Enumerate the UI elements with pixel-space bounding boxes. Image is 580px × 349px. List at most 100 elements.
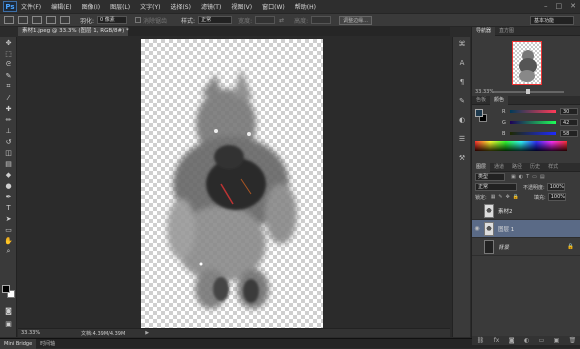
- trash-icon[interactable]: 🗑: [569, 337, 577, 344]
- properties-panel-icon[interactable]: ☰: [453, 132, 471, 146]
- tool-presets-panel-icon[interactable]: ⚒: [453, 151, 471, 165]
- gradient-tool-icon[interactable]: ▤: [0, 158, 17, 169]
- subtract-selection-icon[interactable]: [46, 16, 56, 24]
- close-icon[interactable]: ✕: [570, 2, 576, 10]
- link-layers-icon[interactable]: ⛓: [477, 337, 485, 344]
- brush-tool-icon[interactable]: ✏: [0, 114, 17, 125]
- color-spectrum[interactable]: [475, 141, 567, 151]
- menu-type[interactable]: 文字(Y): [140, 2, 160, 11]
- navigator-thumbnail[interactable]: [512, 41, 542, 85]
- blur-tool-icon[interactable]: ◆: [0, 169, 17, 180]
- maximize-icon[interactable]: □: [556, 2, 563, 10]
- tab-navigator[interactable]: 导航器: [472, 26, 496, 36]
- workspace-select[interactable]: 基本功能: [530, 16, 574, 25]
- crop-tool-icon[interactable]: ⌗: [0, 81, 17, 92]
- refine-edge-button[interactable]: 调整边缘...: [339, 15, 372, 25]
- antialias-checkbox[interactable]: [135, 17, 142, 23]
- brush-panel-icon[interactable]: ✎: [453, 94, 471, 108]
- hand-tool-icon[interactable]: ✋: [0, 235, 17, 246]
- color-panel-swatches[interactable]: [475, 109, 487, 122]
- layer-row[interactable]: 素材2: [472, 202, 580, 220]
- layer-row[interactable]: 背景 🔒: [472, 238, 580, 256]
- foreground-color-swatch[interactable]: [2, 285, 10, 293]
- menu-view[interactable]: 视图(V): [231, 2, 252, 11]
- style-select[interactable]: 正常: [198, 16, 233, 24]
- red-value[interactable]: 30: [560, 108, 578, 115]
- filter-icons[interactable]: ▣◐T▭▤: [511, 174, 548, 180]
- layer-name[interactable]: 图层 1: [498, 225, 514, 233]
- tab-history[interactable]: 历史: [526, 163, 544, 172]
- eye-icon[interactable]: ◉: [472, 225, 482, 232]
- new-selection-icon[interactable]: [18, 16, 28, 24]
- layer-kind-filter[interactable]: 类型: [475, 173, 505, 181]
- marquee-tool-icon[interactable]: ⬚: [0, 48, 17, 59]
- lasso-tool-icon[interactable]: ᘓ: [0, 59, 17, 70]
- menu-file[interactable]: 文件(F): [21, 2, 41, 11]
- quick-mask-icon[interactable]: ◙: [0, 305, 17, 316]
- paragraph-panel-icon[interactable]: ¶: [453, 75, 471, 89]
- menu-image[interactable]: 图像(I): [82, 2, 100, 11]
- green-value[interactable]: 42: [560, 119, 578, 126]
- feather-input[interactable]: 0 像素: [97, 16, 128, 24]
- fill-input[interactable]: 100%: [547, 193, 566, 201]
- blue-slider[interactable]: [510, 132, 556, 135]
- type-tool-icon[interactable]: T: [0, 202, 17, 213]
- tab-paths[interactable]: 路径: [508, 163, 526, 172]
- tab-histogram[interactable]: 直方图: [495, 27, 518, 36]
- layer-style-icon[interactable]: fx: [494, 337, 500, 344]
- navigator-zoom-slider[interactable]: [494, 89, 564, 94]
- marquee-tool-preset-icon[interactable]: [4, 16, 14, 24]
- tab-swatches[interactable]: 色板: [472, 96, 490, 105]
- menu-select[interactable]: 选择(S): [170, 2, 191, 11]
- adjustments-panel-icon[interactable]: ◐: [453, 113, 471, 127]
- adjustment-layer-icon[interactable]: ◐: [524, 337, 529, 344]
- eraser-tool-icon[interactable]: ◫: [0, 147, 17, 158]
- screen-mode-icon[interactable]: ▣: [0, 318, 17, 329]
- tab-channels[interactable]: 通道: [490, 163, 508, 172]
- lock-icons[interactable]: ▦✎✥🔒: [491, 194, 522, 200]
- healing-brush-tool-icon[interactable]: ✚: [0, 103, 17, 114]
- status-menu-arrow-icon[interactable]: ▶: [145, 330, 149, 336]
- green-slider[interactable]: [510, 121, 556, 124]
- add-mask-icon[interactable]: ◙: [509, 337, 515, 344]
- menu-help[interactable]: 帮助(H): [295, 2, 316, 11]
- new-group-icon[interactable]: ▭: [539, 337, 545, 344]
- add-selection-icon[interactable]: [32, 16, 42, 24]
- move-tool-icon[interactable]: ✥: [0, 37, 17, 48]
- width-input[interactable]: [255, 16, 276, 24]
- navigator-zoom[interactable]: 33.33%: [475, 89, 494, 95]
- pen-tool-icon[interactable]: ✒: [0, 191, 17, 202]
- menu-filter[interactable]: 滤镜(T): [201, 2, 221, 11]
- tab-mini-bridge[interactable]: Mini Bridge: [0, 338, 37, 349]
- color-panel-foreground[interactable]: [475, 109, 483, 117]
- history-panel-icon[interactable]: ⌘: [453, 37, 471, 51]
- zoom-tool-icon[interactable]: ⌕: [0, 246, 17, 257]
- dodge-tool-icon[interactable]: ●: [0, 180, 17, 191]
- menu-layer[interactable]: 图层(L): [110, 2, 130, 11]
- zoom-level[interactable]: 33.33%: [21, 330, 61, 336]
- intersect-selection-icon[interactable]: [60, 16, 70, 24]
- menu-edit[interactable]: 编辑(E): [51, 2, 71, 11]
- tab-styles[interactable]: 样式: [544, 163, 562, 172]
- color-swatches[interactable]: [2, 285, 15, 299]
- eyedropper-tool-icon[interactable]: ⁄: [0, 92, 17, 103]
- zoom-slider-handle[interactable]: [526, 89, 530, 94]
- height-input[interactable]: [311, 16, 332, 24]
- path-selection-tool-icon[interactable]: ➤: [0, 213, 17, 224]
- blue-value[interactable]: 58: [560, 130, 578, 137]
- layer-row[interactable]: ◉ 图层 1: [472, 220, 580, 238]
- tab-color[interactable]: 颜色: [490, 95, 509, 105]
- blend-mode-select[interactable]: 正常: [475, 183, 517, 191]
- document-info[interactable]: 文档:4.39M/4.39M: [81, 330, 125, 337]
- menu-window[interactable]: 窗口(W): [262, 2, 285, 11]
- red-slider[interactable]: [510, 110, 556, 113]
- character-panel-icon[interactable]: A: [453, 56, 471, 70]
- swap-icon[interactable]: ⇄: [279, 17, 284, 24]
- layer-name[interactable]: 背景: [498, 243, 509, 251]
- canvas-area[interactable]: [18, 36, 450, 329]
- new-layer-icon[interactable]: ▣: [554, 337, 560, 344]
- tab-layers[interactable]: 图层: [472, 162, 491, 172]
- tab-timeline[interactable]: 时间轴: [36, 339, 59, 349]
- shape-tool-icon[interactable]: ▭: [0, 224, 17, 235]
- history-brush-tool-icon[interactable]: ↺: [0, 136, 17, 147]
